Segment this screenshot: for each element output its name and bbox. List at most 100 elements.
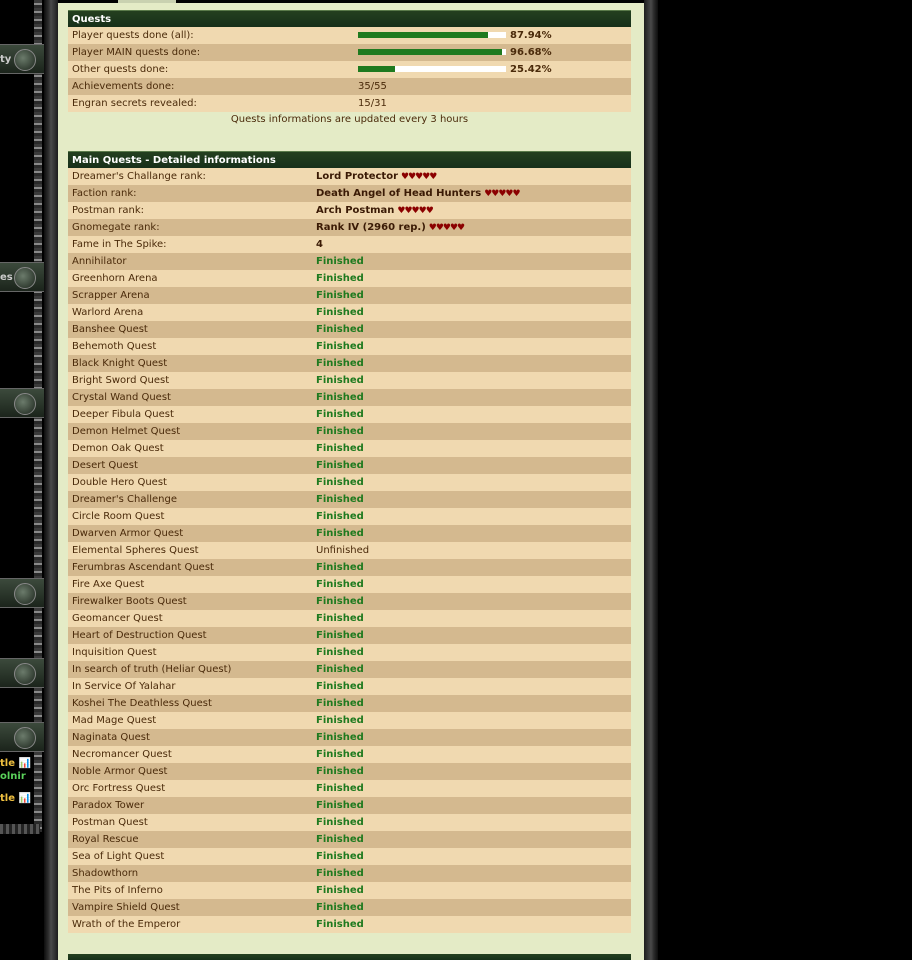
quest-name: In search of truth (Heliar Quest) (72, 664, 232, 675)
quest-status: Finished (316, 664, 364, 675)
sidebar-slot-6[interactable] (0, 722, 44, 752)
quest-row: Scrapper Arena Finished (68, 287, 631, 304)
rank-value: Death Angel of Head Hunters (316, 188, 482, 199)
rank-value-cell: Rank IV (2960 rep.) ♥♥♥♥♥ (316, 219, 631, 236)
quest-status: Finished (316, 494, 364, 505)
quest-name: Circle Room Quest (72, 511, 165, 522)
quest-name: Banshee Quest (72, 324, 148, 335)
stat-count: 15/31 (358, 98, 387, 109)
sidebar-slot-2[interactable]: es (0, 262, 44, 292)
rank-value: Arch Postman (316, 205, 395, 216)
quest-name: Greenhorn Arena (72, 273, 158, 284)
quest-status: Finished (316, 783, 364, 794)
sidebar-link[interactable]: olnir (0, 771, 26, 782)
sidebar-link[interactable]: tle 📊 (0, 793, 31, 804)
quest-status: Finished (316, 681, 364, 692)
orb-icon (14, 393, 36, 415)
quest-row: Royal Rescue Finished (68, 831, 631, 848)
quest-stat-value: 87.94% (358, 27, 631, 44)
rank-value: 4 (316, 239, 323, 250)
quest-row: Fire Axe Quest Finished (68, 576, 631, 593)
quest-status: Finished (316, 579, 364, 590)
quest-name: Annihilator (72, 256, 127, 267)
quest-status: Finished (316, 358, 364, 369)
quest-name: Shadowthorn (72, 868, 139, 879)
quest-status: Finished (316, 273, 364, 284)
quest-name: Firewalker Boots Quest (72, 596, 187, 607)
content-frame-left (44, 0, 58, 960)
quest-name: Royal Rescue (72, 834, 139, 845)
sidebar-slot-5[interactable] (0, 658, 44, 688)
rank-value-cell: Lord Protector ♥♥♥♥♥ (316, 168, 631, 185)
quest-row: Annihilator Finished (68, 253, 631, 270)
quest-row: In search of truth (Heliar Quest) Finishe… (68, 661, 631, 678)
rank-label: Dreamer's Challange rank: (72, 171, 206, 182)
progress-percent: 96.68% (510, 47, 552, 58)
quest-status: Finished (316, 324, 364, 335)
quest-name: Demon Oak Quest (72, 443, 164, 454)
quest-row: Paradox Tower Finished (68, 797, 631, 814)
quest-name: Scrapper Arena (72, 290, 150, 301)
rank-stars-icon: ♥♥♥♥♥ (397, 206, 433, 216)
quest-name: Warlord Arena (72, 307, 144, 318)
progress-fill (358, 32, 489, 38)
quest-row: Sea of Light Quest Finished (68, 848, 631, 865)
rank-value-cell: 4 (316, 236, 631, 253)
quest-status: Finished (316, 630, 364, 641)
progress-fill (358, 66, 395, 72)
quest-status: Finished (316, 732, 364, 743)
sidebar-slot-3[interactable] (0, 388, 44, 418)
quest-name: Necromancer Quest (72, 749, 172, 760)
quest-row: Shadowthorn Finished (68, 865, 631, 882)
quest-status: Finished (316, 307, 364, 318)
progress-percent: 87.94% (510, 30, 552, 41)
quest-row: Ferumbras Ascendant Quest Finished (68, 559, 631, 576)
left-sidebar: ty es tle 📊 olnir tle 📊 (0, 0, 44, 960)
rank-stars-icon: ♥♥♥♥♥ (484, 189, 520, 199)
rank-stars-icon: ♥♥♥♥♥ (428, 223, 465, 233)
quest-stat-label: Player MAIN quests done: (72, 47, 201, 58)
quest-name: Paradox Tower (72, 800, 145, 811)
sidebar-slot-4[interactable] (0, 578, 44, 608)
rank-row: Fame in The Spike: 4 (68, 236, 631, 253)
quest-row: Dreamer's Challenge Finished (68, 491, 631, 508)
quest-row: Crystal Wand Quest Finished (68, 389, 631, 406)
rank-label: Fame in The Spike: (72, 239, 167, 250)
quest-name: Ferumbras Ascendant Quest (72, 562, 214, 573)
content-frame-right (644, 0, 658, 960)
quest-status: Finished (316, 562, 364, 573)
rank-row: Postman rank: Arch Postman ♥♥♥♥♥ (68, 202, 631, 219)
quest-row: Geomancer Quest Finished (68, 610, 631, 627)
top-strip (118, 0, 176, 3)
rank-value-cell: Death Angel of Head Hunters ♥♥♥♥♥ (316, 185, 631, 202)
quest-status: Finished (316, 443, 364, 454)
main-quests-table: Main Quests - Detailed informations Drea… (68, 151, 631, 933)
rank-label: Faction rank: (72, 188, 137, 199)
sidebar-slot-1[interactable]: ty (0, 44, 44, 74)
quest-name: Bright Sword Quest (72, 375, 170, 386)
quest-row: Greenhorn Arena Finished (68, 270, 631, 287)
quest-stat-value: 96.68% (358, 44, 631, 61)
orb-icon (14, 267, 36, 289)
quest-name: Dreamer's Challenge (72, 494, 178, 505)
sidebar-link[interactable]: tle 📊 (0, 758, 31, 769)
quest-row: Orc Fortress Quest Finished (68, 780, 631, 797)
quest-name: Mad Mage Quest (72, 715, 157, 726)
quest-stat-label: Other quests done: (72, 64, 169, 75)
sidebar-slot-label: ty (0, 54, 12, 65)
quest-status: Finished (316, 613, 364, 624)
quest-stat-label: Achievements done: (72, 81, 175, 92)
quest-status: Finished (316, 392, 364, 403)
quest-status: Finished (316, 290, 364, 301)
quest-row: Dwarven Armor Quest Finished (68, 525, 631, 542)
sidebar-bottom-bar (0, 824, 40, 834)
quest-name: Heart of Destruction Quest (72, 630, 207, 641)
rank-value-cell: Arch Postman ♥♥♥♥♥ (316, 202, 631, 219)
update-note: Quests informations are updated every 3 … (230, 114, 469, 125)
quest-status: Finished (316, 749, 364, 760)
quest-stat-label: Player quests done (all): (72, 30, 194, 41)
quest-name: Black Knight Quest (72, 358, 168, 369)
quest-row: Heart of Destruction Quest Finished (68, 627, 631, 644)
sidebar-slot-label: es (0, 272, 13, 283)
quest-row: Desert Quest Finished (68, 457, 631, 474)
